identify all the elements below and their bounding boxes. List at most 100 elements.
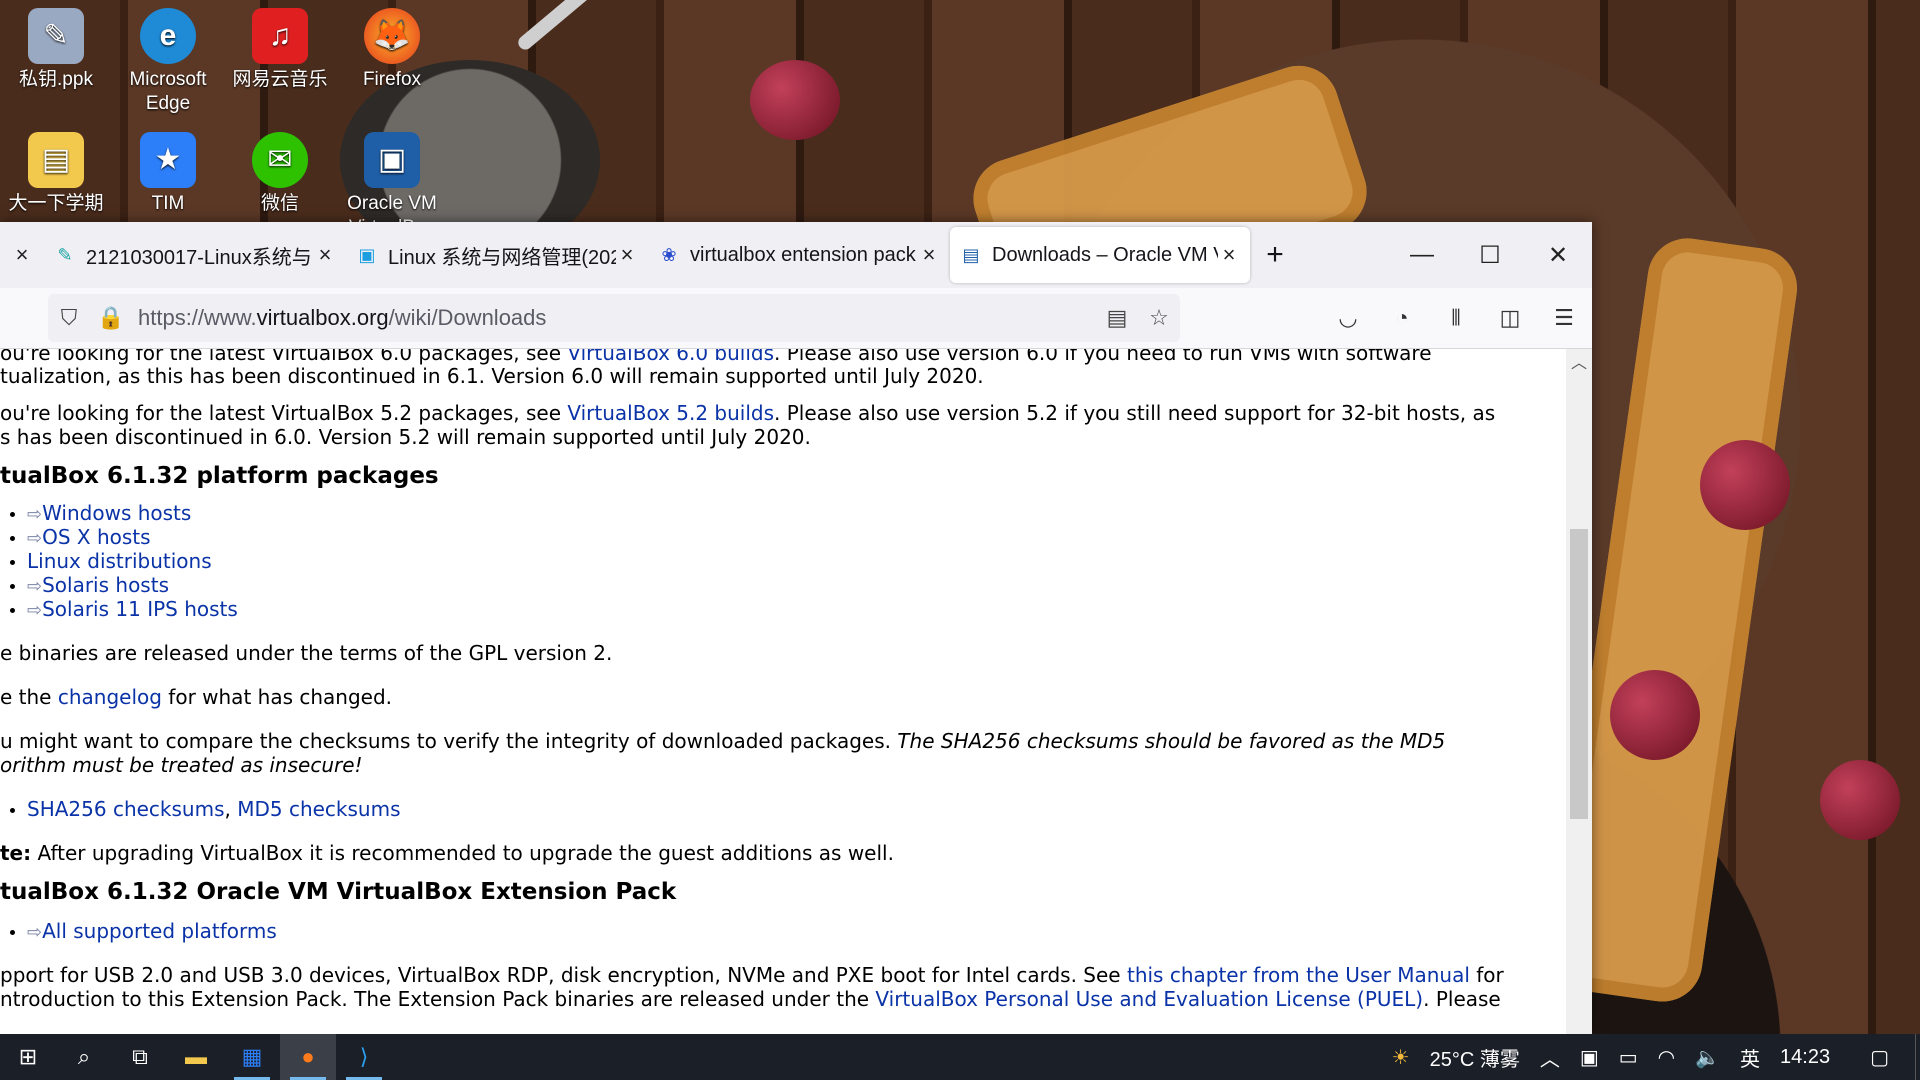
- calendar-icon: ▦: [241, 1044, 263, 1069]
- external-link-icon: ⇨: [27, 528, 43, 549]
- clock[interactable]: 14:23: [1780, 1046, 1830, 1069]
- vbox52-builds-link[interactable]: VirtualBox 5.2 builds: [567, 401, 774, 425]
- all-supported-platforms-link[interactable]: All supported platforms: [42, 919, 277, 943]
- minimize-icon: —: [1410, 241, 1434, 268]
- start-button[interactable]: ⊞: [0, 1034, 56, 1080]
- vbox60-builds-link[interactable]: VirtualBox 6.0 builds: [567, 349, 774, 365]
- chevron-up-icon[interactable]: ︿: [1540, 1043, 1560, 1072]
- shield-icon[interactable]: ⛉: [48, 305, 90, 331]
- desktop-icon-tim[interactable]: ★ TIM: [118, 132, 218, 216]
- close-tab-icon[interactable]: ×: [918, 242, 940, 268]
- library-icon[interactable]: ⫴: [1436, 300, 1476, 336]
- tim-icon: ★: [140, 132, 196, 188]
- close-tab-icon[interactable]: ×: [616, 242, 638, 268]
- desktop-icon-folder[interactable]: ▤ 大一下学期: [6, 132, 106, 216]
- tab-label: Downloads – Oracle VM V: [992, 243, 1218, 266]
- md5-checksums-link[interactable]: MD5 checksums: [237, 797, 400, 821]
- show-desktop-button[interactable]: [1915, 1034, 1920, 1080]
- paragraph-checksums-line2: orithm must be treated as insecure!: [0, 753, 363, 777]
- close-button[interactable]: ✕: [1524, 222, 1592, 288]
- tab-linux-homework[interactable]: ✎ 2121030017-Linux系统与 ×: [44, 227, 346, 283]
- display-icon[interactable]: ▣: [1580, 1045, 1599, 1070]
- user-manual-chapter-link[interactable]: this chapter from the User Manual: [1127, 963, 1470, 987]
- maximize-button[interactable]: ☐: [1456, 222, 1524, 288]
- wifi-icon[interactable]: ◠: [1658, 1045, 1675, 1070]
- scrollbar-thumb[interactable]: [1570, 529, 1588, 819]
- search-button[interactable]: ⌕: [56, 1034, 112, 1080]
- vscode-taskbar-button[interactable]: ⟩: [336, 1034, 392, 1080]
- windows-hosts-link[interactable]: Windows hosts: [42, 501, 191, 525]
- weather-icon[interactable]: ☀: [1392, 1045, 1410, 1070]
- solaris-hosts-link[interactable]: Solaris hosts: [42, 573, 169, 597]
- notification-icon[interactable]: ▢: [1870, 1045, 1889, 1070]
- reader-view-icon[interactable]: ▤: [1096, 305, 1138, 331]
- tab-strip: × ✎ 2121030017-Linux系统与 × ▣ Linux 系统与网络管…: [0, 222, 1592, 288]
- tab-close-leftmost[interactable]: ×: [0, 227, 44, 283]
- desktop-icon-edge[interactable]: e Microsoft Edge: [118, 8, 218, 116]
- desktop-icon-wechat[interactable]: ✉ 微信: [230, 132, 330, 216]
- close-tab-icon[interactable]: ×: [1218, 242, 1240, 268]
- virtualbox-icon: ▣: [364, 132, 420, 188]
- desktop-icon-label: TIM: [151, 193, 185, 214]
- task-view-button[interactable]: ⧉: [112, 1034, 168, 1080]
- close-tab-icon[interactable]: ×: [314, 242, 336, 268]
- desktop-icon-label: Microsoft Edge: [129, 69, 207, 114]
- firefox-icon: 🦊: [364, 8, 420, 64]
- netease-music-icon: ♫: [252, 8, 308, 64]
- pocket-icon[interactable]: ◡: [1328, 300, 1368, 336]
- linux-distributions-link[interactable]: Linux distributions: [27, 549, 212, 573]
- external-link-icon: ⇨: [27, 600, 43, 621]
- calendar-app-button[interactable]: ▦: [224, 1034, 280, 1080]
- weather-text[interactable]: 25°C 薄雾: [1430, 1043, 1520, 1072]
- firefox-taskbar-button[interactable]: ●: [280, 1034, 336, 1080]
- url-host: virtualbox.org: [256, 305, 389, 330]
- list-item: SHA256 checksums, MD5 checksums: [10, 797, 401, 821]
- paragraph-vbox60: ou're looking for the latest VirtualBox …: [0, 349, 1432, 365]
- puel-license-link[interactable]: VirtualBox Personal Use and Evaluation L…: [875, 987, 1423, 1011]
- tab-virtualbox-downloads[interactable]: ▤ Downloads – Oracle VM V ×: [950, 227, 1250, 283]
- url-path: /wiki/Downloads: [388, 305, 547, 330]
- file-explorer-button[interactable]: ▬: [168, 1034, 224, 1080]
- vertical-scrollbar[interactable]: ︿: [1566, 349, 1592, 1035]
- desktop-icon-label: 私钥.ppk: [19, 69, 93, 90]
- minimize-button[interactable]: —: [1388, 222, 1456, 288]
- plus-icon: +: [1266, 238, 1284, 271]
- scroll-up-icon[interactable]: ︿: [1570, 349, 1588, 373]
- url-text[interactable]: https://www.virtualbox.org/wiki/Download…: [138, 305, 546, 331]
- list-item: ⇨Solaris hosts: [10, 573, 169, 599]
- ime-indicator[interactable]: 英: [1740, 1043, 1760, 1072]
- maximize-icon: ☐: [1479, 241, 1501, 269]
- address-bar[interactable]: ⛉ 🔒 https://www.virtualbox.org/wiki/Down…: [48, 294, 1180, 342]
- volume-icon[interactable]: 🔈: [1695, 1045, 1720, 1070]
- wallpaper-strainer-handle: [515, 0, 724, 53]
- desktop-icon-netease-music[interactable]: ♫ 网易云音乐: [230, 8, 330, 92]
- wallpaper-raspberry: [1820, 760, 1900, 840]
- lock-icon[interactable]: 🔒: [90, 305, 132, 331]
- desktop-icon-firefox[interactable]: 🦊 Firefox: [342, 8, 442, 92]
- sidebar-icon[interactable]: ◫: [1490, 300, 1530, 336]
- task-view-icon: ⧉: [132, 1044, 148, 1069]
- star-icon[interactable]: ☆: [1138, 305, 1180, 331]
- system-tray: ☀ 25°C 薄雾 ︿ ▣ ▭ ◠ 🔈 英 14:23 ▢: [1382, 1034, 1920, 1080]
- tab-bilibili-course[interactable]: ▣ Linux 系统与网络管理(202 ×: [346, 227, 648, 283]
- new-tab-button[interactable]: +: [1250, 227, 1300, 283]
- battery-icon[interactable]: ▭: [1619, 1045, 1638, 1070]
- osx-hosts-link[interactable]: OS X hosts: [42, 525, 150, 549]
- list-item: ⇨Solaris 11 IPS hosts: [10, 597, 238, 623]
- desktop-icon-ppk[interactable]: ✎ 私钥.ppk: [6, 8, 106, 92]
- changelog-link[interactable]: changelog: [58, 685, 162, 709]
- paragraph-vbox52-line2: s has been discontinued in 6.0. Version …: [0, 425, 811, 449]
- wallpaper-raspberry: [750, 60, 840, 140]
- solaris11-ips-hosts-link[interactable]: Solaris 11 IPS hosts: [42, 597, 238, 621]
- sync-icon[interactable]: ◔: [1382, 300, 1422, 336]
- virtualbox-icon: ▤: [962, 244, 980, 265]
- close-icon: ×: [15, 242, 29, 267]
- tab-baidu-search[interactable]: ❀ virtualbox entension pack ×: [648, 227, 950, 283]
- paragraph-changelog: e the changelog for what has changed.: [0, 685, 393, 709]
- paragraph-note: te: After upgrading VirtualBox it is rec…: [0, 841, 894, 865]
- wallpaper-raspberry: [1610, 670, 1700, 760]
- menu-icon[interactable]: ☰: [1544, 300, 1584, 336]
- edge-icon: e: [140, 8, 196, 64]
- bilibili-icon: ▣: [358, 244, 376, 265]
- sha256-checksums-link[interactable]: SHA256 checksums: [27, 797, 225, 821]
